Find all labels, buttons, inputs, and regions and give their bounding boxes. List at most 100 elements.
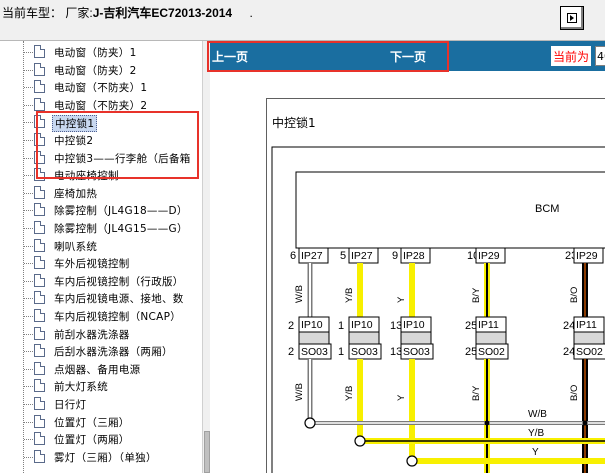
tree-item[interactable]: 除雾控制（JL4G18——D） <box>24 202 202 220</box>
tree-item[interactable]: 前大灯系统 <box>24 378 202 396</box>
pin-number: 24 <box>563 346 575 358</box>
tree-scrollbar[interactable] <box>202 41 210 473</box>
tree-item-label: 后刮水器洗涤器（两厢） <box>54 346 173 359</box>
tree-item-label: 除雾控制（JL4G18——D） <box>54 205 188 218</box>
tree-item[interactable]: 车内后视镜电源、接地、数 <box>24 290 202 308</box>
connector-label: IP27 <box>351 250 373 262</box>
tree-item[interactable]: 电动窗（防夹）2 <box>24 62 202 80</box>
manufacturer-label: 厂家: <box>65 6 93 20</box>
connector-label: IP29 <box>576 250 598 262</box>
pin-number: 2 <box>288 320 294 332</box>
car-model: J-吉利汽车EC72013-2014 <box>92 6 233 20</box>
wire-color-label: W/B <box>294 285 305 303</box>
tree-branch-line <box>24 192 33 194</box>
connector-label: SO03 <box>403 346 430 358</box>
tree-branch-line <box>24 456 33 458</box>
tree-branch-line <box>24 421 33 423</box>
tree-item-label: 喇叭系统 <box>54 240 98 253</box>
wire-color-label: Y/B <box>344 288 355 303</box>
connector-label: IP29 <box>478 250 500 262</box>
tree-item[interactable]: 位置灯（两厢） <box>24 431 202 449</box>
tree-branch-line <box>24 404 33 405</box>
wire-color-label: W/B <box>294 383 305 401</box>
connector-label: SO02 <box>478 346 505 358</box>
tree-item-label: 电动窗（防夹）2 <box>54 64 137 77</box>
connector-label: SO02 <box>576 346 603 358</box>
bus-label: Y <box>532 447 539 458</box>
bcm-module-label: BCM <box>535 203 559 215</box>
connector-label: IP10 <box>403 319 425 331</box>
exit-icon <box>567 13 577 23</box>
tree-item-label: 前大灯系统 <box>54 381 108 394</box>
pin-number: 9 <box>392 250 398 262</box>
tree-branch-line <box>24 157 33 159</box>
document-icon <box>34 45 45 58</box>
tree-branch-line <box>24 140 33 141</box>
pin-number: 6 <box>290 250 296 262</box>
document-icon <box>34 432 45 446</box>
tree-item[interactable]: 电动窗（防夹）1 <box>24 44 202 62</box>
tree-branch-line <box>24 69 33 71</box>
tree-item[interactable]: 车外后视镜控制 <box>24 255 202 273</box>
tree-item[interactable]: 车内后视镜控制（行政版） <box>24 273 202 291</box>
bus-label: W/B <box>528 409 547 420</box>
document-icon <box>34 238 45 252</box>
exit-button[interactable] <box>560 6 584 30</box>
tree-item[interactable]: 电动窗（不防夹）1 <box>24 79 202 97</box>
title-bar: 当前车型： 厂家:J-吉利汽车EC72013-2014 . <box>0 0 605 41</box>
connector-label: IP28 <box>403 250 425 262</box>
connector-body <box>475 331 507 345</box>
tree-item[interactable]: 位置灯（三厢） <box>24 414 202 432</box>
document-icon <box>34 203 45 217</box>
tree-item-label: 位置灯（两厢） <box>54 434 130 447</box>
tree-item[interactable]: 除雾控制（JL4G15——G） <box>24 220 202 238</box>
document-icon <box>34 273 45 287</box>
tree-branch-line <box>24 210 33 212</box>
tree-item[interactable]: 后刮水器洗涤器（两厢） <box>24 343 202 361</box>
wire-color-label: B/O <box>569 385 580 401</box>
circuit-tree: 电动窗（防夹）1 电动窗（防夹）2 电动窗（不防夹）1 电动窗（不防夹）2 中控锁1 中控… <box>0 41 202 473</box>
junction-dot <box>582 420 588 426</box>
tree-branch-line <box>24 228 33 229</box>
tree-item[interactable]: 前刮水器洗涤器 <box>24 326 202 344</box>
tree-branch-line <box>24 245 33 247</box>
document-icon <box>34 309 45 322</box>
pin-number: 25 <box>465 320 477 332</box>
tree-item-label: 车内后视镜电源、接地、数 <box>54 293 184 306</box>
junction-dot <box>484 420 490 426</box>
pin-number: 24 <box>563 320 575 332</box>
document-icon <box>34 80 45 94</box>
caption-prefix: 当前车型： <box>2 6 63 20</box>
tree-branch-line <box>24 263 33 265</box>
tree-item[interactable]: 雾灯（三厢）（单独） <box>24 449 202 467</box>
tree-branch-line <box>24 368 33 370</box>
splice-point <box>304 417 316 429</box>
tree-branch-line <box>24 439 33 441</box>
diagram-viewer: 上一页 下一页 当前为 40 中控锁1 BCM6IP275IP279IP2810… <box>210 41 605 473</box>
tree-branch-line <box>24 316 33 317</box>
tree-branch-line <box>24 280 33 282</box>
connector-body <box>298 331 330 345</box>
tree-item[interactable]: 车内后视镜控制（NCAP） <box>24 308 202 326</box>
tree-branch-line <box>24 333 33 335</box>
caption-dot: . <box>249 6 253 20</box>
pin-number: 25 <box>465 346 477 358</box>
tree-item[interactable]: 喇叭系统 <box>24 238 202 256</box>
tree-branch-line <box>24 52 33 53</box>
document-icon <box>34 62 45 76</box>
tree-branch-line <box>24 122 33 124</box>
wire-color-label: B/Y <box>471 385 482 401</box>
tree-item[interactable]: 点烟器、备用电源 <box>24 361 202 379</box>
wire-color-label: B/O <box>569 287 580 303</box>
connector-body <box>348 331 380 345</box>
document-icon <box>34 326 45 340</box>
connector-body <box>400 331 432 345</box>
wire-color-label: B/Y <box>471 287 482 303</box>
tree-item-label: 车内后视镜控制（行政版） <box>54 275 184 288</box>
tree-item-label: 座椅加热 <box>54 187 98 200</box>
tree-item[interactable]: 座椅加热 <box>24 185 202 203</box>
tree-item[interactable]: 日行灯 <box>24 396 202 414</box>
tree-item-label: 点烟器、备用电源 <box>54 363 141 376</box>
tree-item-label: 电动窗（不防夹）1 <box>54 82 148 95</box>
pin-number: 2 <box>288 346 294 358</box>
